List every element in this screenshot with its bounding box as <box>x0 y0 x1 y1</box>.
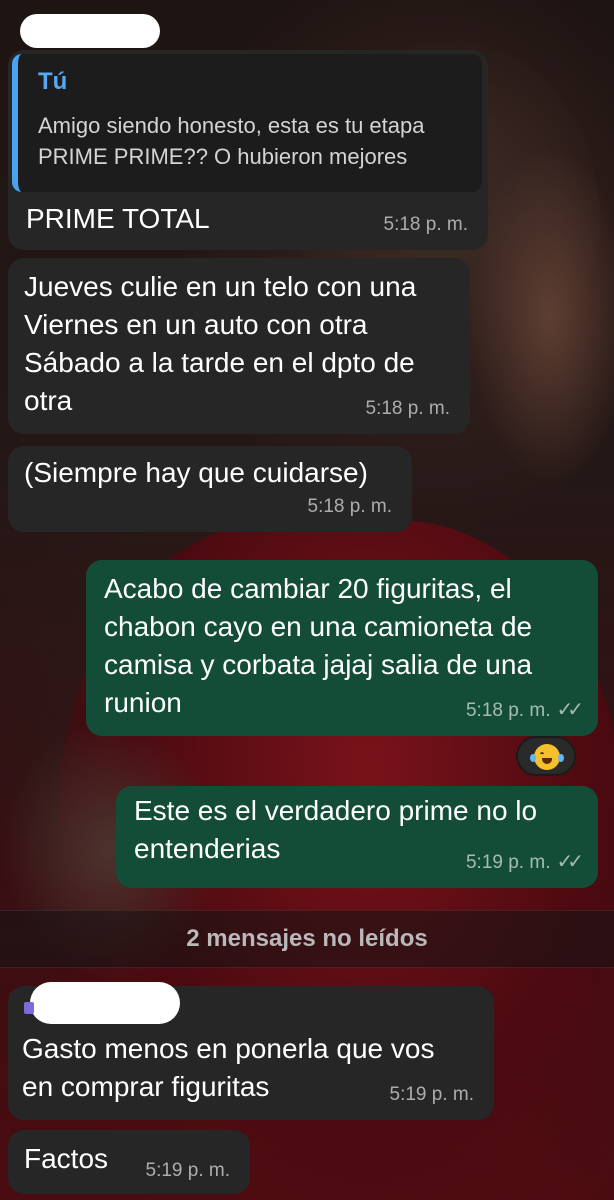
message-time: 5:18 p. m. <box>307 496 393 517</box>
quoted-reply-author: Tú <box>38 68 68 95</box>
message-text: Gasto menos en ponerla que vos en compra… <box>22 1033 435 1102</box>
sender-color-marker <box>24 1002 34 1014</box>
message-text: Jueves culie en un telo con una Viernes … <box>24 271 417 416</box>
tear-right-icon <box>558 754 564 762</box>
message-time-text: 5:19 p. m. <box>465 852 551 873</box>
wallpaper-figure-hand <box>470 150 614 480</box>
double-check-icon: ✓✓ <box>556 851 583 873</box>
message-time: 5:18 p. m. ✓✓ <box>465 697 584 722</box>
message-bubble-incoming[interactable]: Tú Amigo siendo honesto, esta es tu etap… <box>8 50 488 250</box>
unread-messages-divider: 2 mensajes no leídos <box>0 910 614 968</box>
message-bubble-outgoing[interactable]: Este es el verdadero prime no lo entende… <box>116 786 598 888</box>
message-time: 5:19 p. m. <box>145 1160 231 1181</box>
message-bubble-incoming[interactable]: (Siempre hay que cuidarse) 5:18 p. m. <box>8 446 412 532</box>
message-text: (Siempre hay que cuidarse) <box>24 457 368 488</box>
tear-left-icon <box>530 754 536 762</box>
message-time-text: 5:18 p. m. <box>465 700 551 721</box>
message-bubble-incoming[interactable]: Jueves culie en un telo con una Viernes … <box>8 258 470 434</box>
message-time: 5:19 p. m. <box>389 1084 475 1105</box>
message-text: Factos <box>24 1143 109 1174</box>
redacted-sender-name <box>30 982 180 1024</box>
message-time: 5:18 p. m. <box>383 214 469 235</box>
quoted-reply[interactable]: Tú Amigo siendo honesto, esta es tu etap… <box>12 54 482 192</box>
message-time: 5:18 p. m. <box>365 398 451 419</box>
message-text: PRIME TOTAL <box>26 203 210 234</box>
double-check-icon: ✓✓ <box>556 699 583 721</box>
message-bubble-outgoing[interactable]: Acabo de cambiar 20 figuritas, el chabon… <box>86 560 598 736</box>
unread-messages-label: 2 mensajes no leídos <box>186 925 428 952</box>
message-bubble-incoming[interactable]: Gasto menos en ponerla que vos en compra… <box>8 982 494 1120</box>
message-reaction[interactable] <box>516 736 576 776</box>
message-time: 5:19 p. m. ✓✓ <box>465 849 584 874</box>
message-bubble-incoming[interactable]: Factos 5:19 p. m. <box>8 1130 250 1194</box>
face-with-tears-of-joy-emoji <box>534 744 560 770</box>
redacted-contact-name <box>20 14 160 48</box>
quoted-reply-text: Amigo siendo honesto, esta es tu etapa P… <box>38 113 425 169</box>
